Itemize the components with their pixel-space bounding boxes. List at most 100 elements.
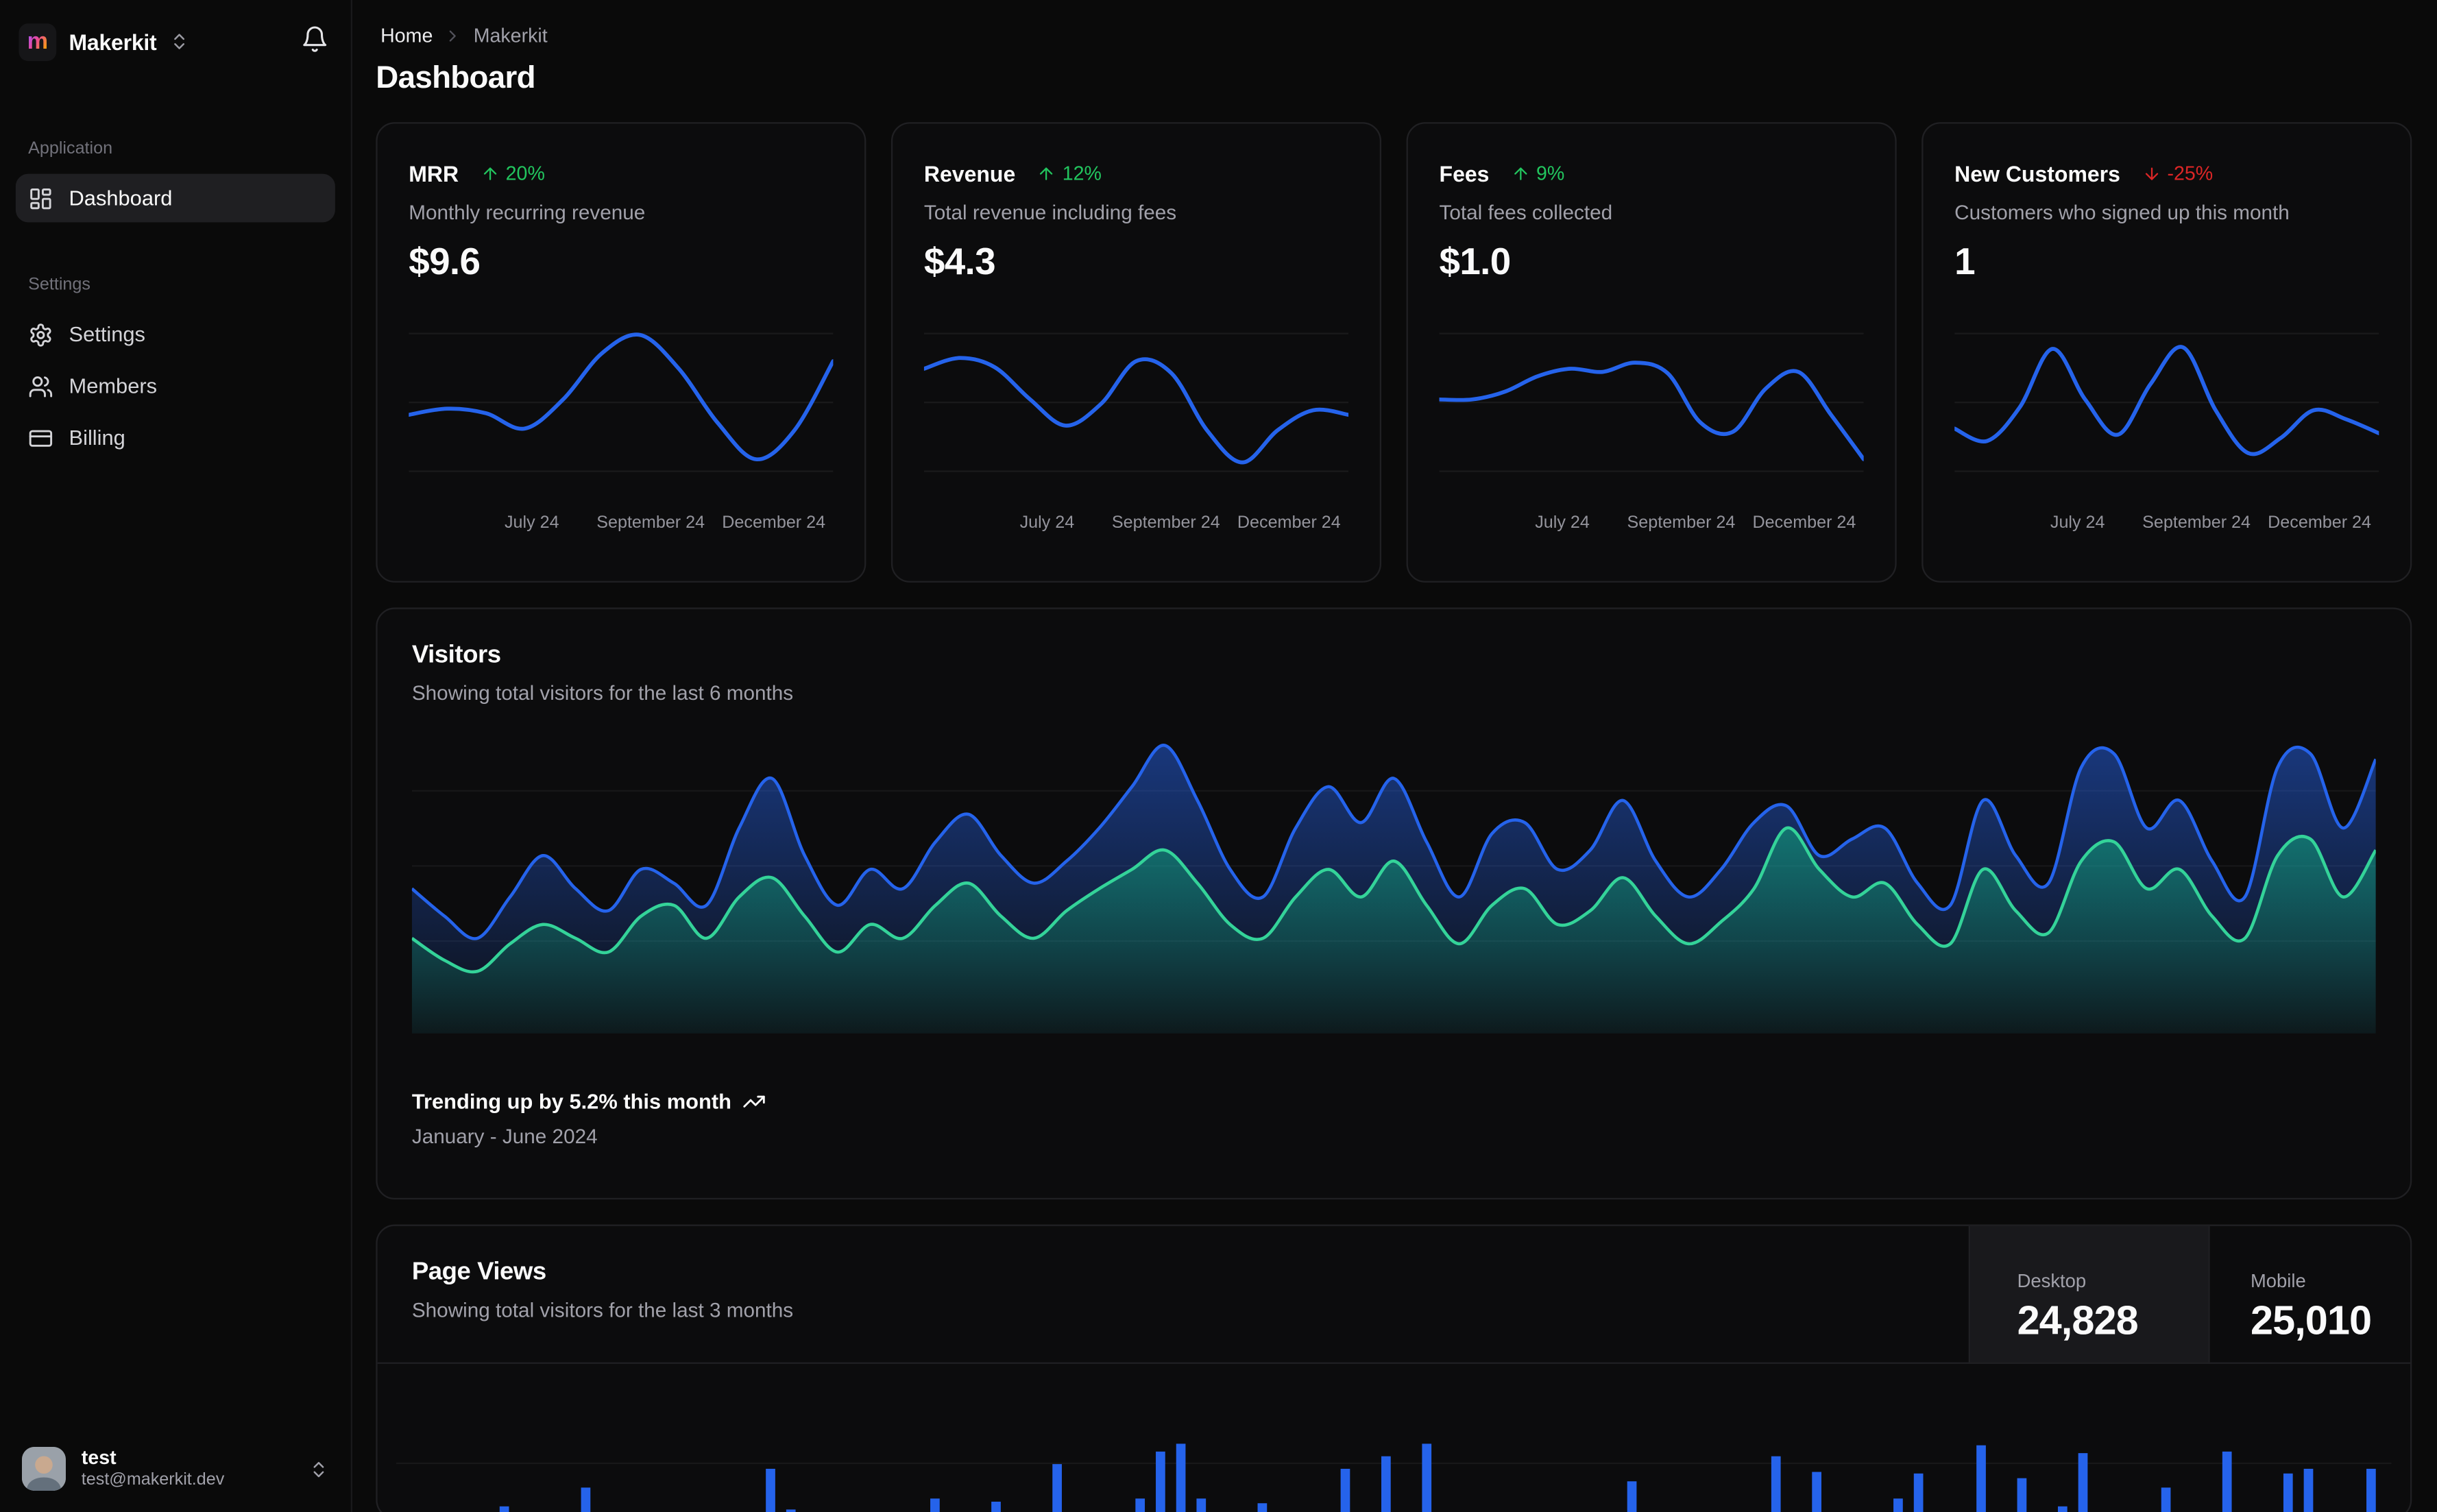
trend-badge: 20%: [481, 163, 545, 185]
page-views-header: Page Views Showing total visitors for th…: [377, 1226, 2410, 1364]
bar: [1135, 1498, 1145, 1512]
bar: [1812, 1472, 1821, 1512]
stat-card-fees: Fees 9% Total fees collected $1.0 July 2…: [1406, 122, 1897, 583]
x-tick: December 24: [722, 513, 826, 533]
bar: [1422, 1443, 1432, 1512]
sidebar-item-label: Billing: [69, 426, 125, 450]
visitors-subtitle: Showing total visitors for the last 6 mo…: [411, 681, 794, 705]
trend-value: 20%: [505, 162, 545, 185]
stat-card-title: MRR: [409, 161, 459, 186]
user-meta: test test@makerkit.dev: [81, 1446, 293, 1490]
stat-card-title: Revenue: [923, 161, 1016, 186]
x-axis-labels: July 24 September 24 December 24: [409, 513, 833, 539]
sidebar-item-dashboard[interactable]: Dashboard: [15, 173, 335, 223]
bar: [765, 1468, 775, 1512]
x-tick: September 24: [1627, 513, 1736, 533]
breadcrumb: Home Makerkit: [380, 25, 2412, 47]
arrow-up-icon: [1037, 164, 1056, 183]
x-tick: July 24: [1019, 513, 1075, 533]
bar: [498, 1506, 509, 1512]
gridline: [396, 1462, 2392, 1465]
visitors-period: January - June 2024: [411, 1124, 598, 1148]
logo-letter: m: [27, 28, 49, 55]
user-menu[interactable]: test test@makerkit.dev: [12, 1437, 338, 1500]
bar: [1893, 1498, 1904, 1512]
workspace-name: Makerkit: [69, 29, 157, 54]
bar: [1176, 1443, 1185, 1512]
x-tick: July 24: [2050, 513, 2105, 533]
toggle-mobile[interactable]: Mobile 25,010: [2208, 1226, 2410, 1363]
x-axis-labels: July 24 September 24 December 24: [1954, 513, 2379, 539]
page-views-panel: Page Views Showing total visitors for th…: [376, 1224, 2412, 1512]
sidebar-item-members[interactable]: Members: [16, 362, 335, 411]
desktop-label: Desktop: [2017, 1269, 2087, 1292]
makerkit-logo: m: [19, 23, 57, 60]
stat-card-subtitle: Total revenue including fees: [923, 200, 1177, 224]
bar: [1339, 1468, 1350, 1512]
settings-gear-icon: [28, 321, 53, 347]
sidebar-item-settings[interactable]: Settings: [16, 310, 335, 358]
main-content: Home Makerkit Dashboard MRR 20% Monthly …: [352, 0, 2437, 1512]
bar: [2304, 1468, 2314, 1512]
x-tick: December 24: [1237, 513, 1341, 533]
bar: [930, 1498, 939, 1512]
x-tick: July 24: [1535, 513, 1590, 533]
mrr-sparkline-chart: [409, 332, 834, 472]
arrow-down-icon: [2142, 164, 2161, 183]
visitors-footer: Trending up by 5.2% this month January -…: [412, 1090, 2376, 1148]
x-tick: December 24: [2268, 513, 2372, 533]
bar: [1257, 1503, 1268, 1512]
user-name: test: [81, 1446, 117, 1468]
bar: [1627, 1481, 1637, 1512]
bar: [581, 1487, 591, 1512]
bar: [1771, 1456, 1780, 1512]
sidebar-item-billing[interactable]: Billing: [16, 413, 335, 462]
x-tick: September 24: [1111, 513, 1220, 533]
bar: [2366, 1468, 2375, 1512]
sidebar: m Makerkit Application Dashboard Setting…: [0, 0, 353, 1512]
bar: [786, 1509, 796, 1512]
toggle-desktop[interactable]: Desktop 24,828: [1968, 1226, 2209, 1363]
layout-dashboard-icon: [28, 186, 53, 211]
visitors-area-chart: [411, 744, 2376, 1034]
section-label-settings: Settings: [28, 276, 90, 295]
user-email: test@makerkit.dev: [81, 1470, 225, 1490]
bar: [1976, 1445, 1986, 1512]
users-icon: [28, 374, 53, 399]
breadcrumb-home[interactable]: Home: [380, 25, 433, 47]
bar: [991, 1501, 1001, 1512]
sidebar-nav: Application Dashboard Settings Settings …: [12, 139, 338, 462]
stat-card-value: $4.3: [923, 241, 996, 284]
x-axis-labels: July 24 September 24 December 24: [1440, 513, 1864, 539]
visitors-panel: Visitors Showing total visitors for the …: [376, 607, 2412, 1200]
page-views-title: Page Views: [411, 1258, 546, 1286]
x-tick: December 24: [1752, 513, 1856, 533]
visitors-trend-text: Trending up by 5.2% this month: [411, 1090, 731, 1114]
bar: [1052, 1464, 1063, 1512]
bar: [2283, 1473, 2294, 1512]
notifications-button[interactable]: [298, 22, 332, 61]
stat-card-value: $9.6: [409, 241, 481, 284]
sidebar-item-label: Dashboard: [69, 186, 173, 210]
trend-badge: -25%: [2142, 163, 2213, 185]
trend-badge: 12%: [1037, 163, 1102, 185]
fees-sparkline-chart: [1439, 332, 1864, 472]
sidebar-item-label: Settings: [69, 322, 145, 346]
arrow-up-icon: [481, 164, 499, 183]
bar: [2058, 1506, 2068, 1512]
bar: [2017, 1478, 2027, 1512]
page-views-subtitle: Showing total visitors for the last 3 mo…: [411, 1297, 794, 1322]
revenue-sparkline-chart: [923, 332, 1349, 472]
stat-card-title: New Customers: [1954, 161, 2120, 186]
bar: [2222, 1451, 2232, 1512]
arrow-up-icon: [1511, 164, 1529, 183]
trend-value: -25%: [2167, 162, 2214, 185]
mobile-value: 25,010: [2250, 1296, 2372, 1344]
x-tick: September 24: [2142, 513, 2251, 533]
bar: [2160, 1487, 2170, 1512]
stat-card-subtitle: Customers who signed up this month: [1954, 200, 2290, 224]
stat-card-title: Fees: [1439, 161, 1490, 186]
credit-card-icon: [28, 425, 53, 450]
workspace-switcher[interactable]: m Makerkit: [19, 23, 189, 60]
breadcrumb-makerkit: Makerkit: [473, 25, 548, 47]
